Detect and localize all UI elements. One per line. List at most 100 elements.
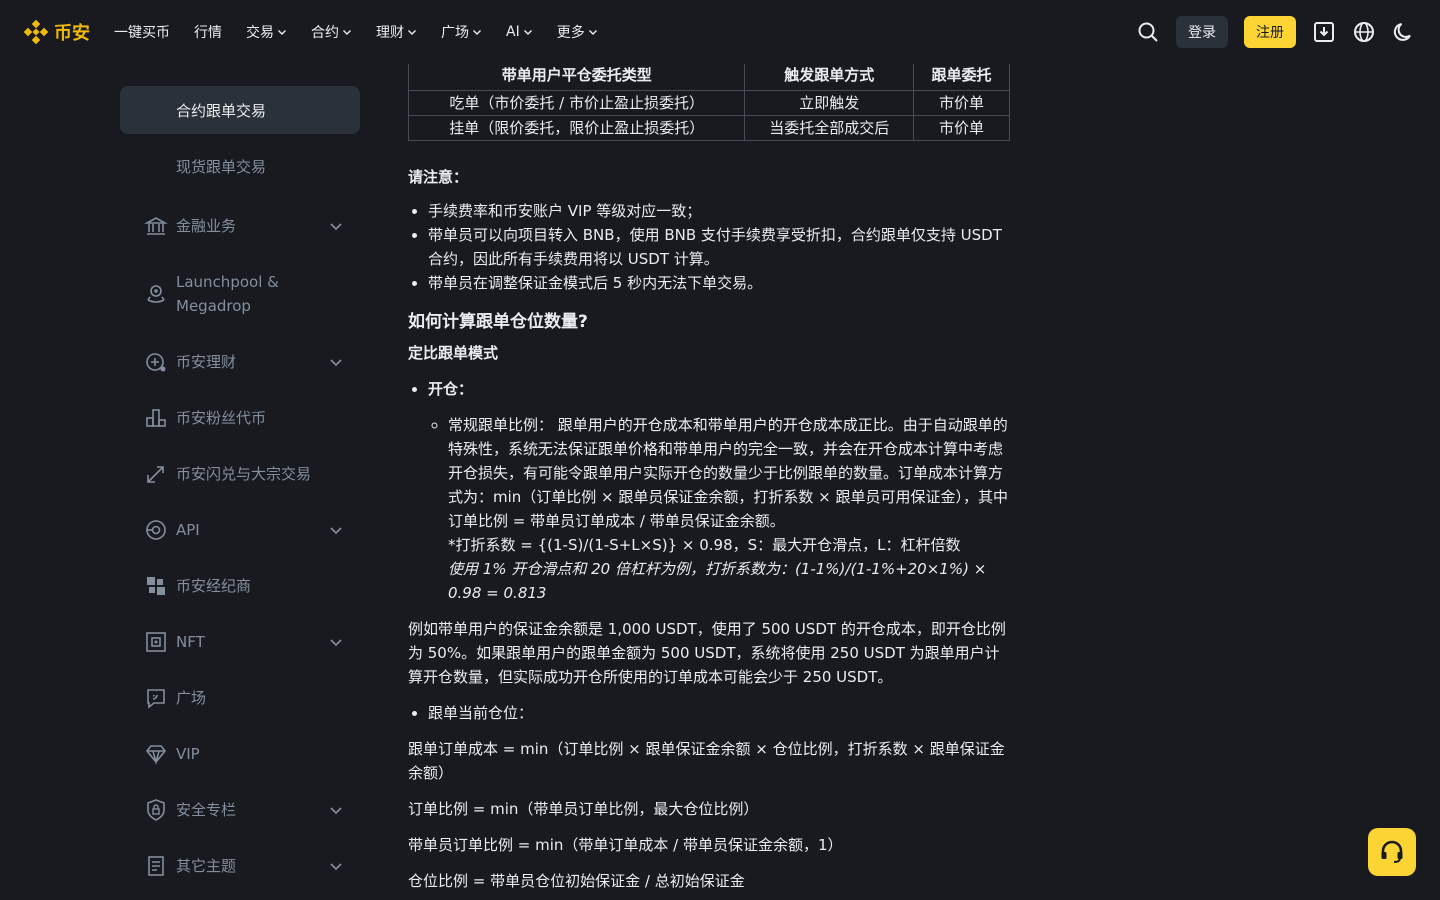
open-detail-list: 常规跟单比例： 跟单用户的开仓成本和带单用户的开仓成本成正比。由于自动跟单的特殊… <box>428 413 1010 605</box>
nav-markets[interactable]: 行情 <box>194 22 222 42</box>
main-nav: 一键买币 行情 交易 合约 理财 广场 AI 更多 <box>114 22 622 42</box>
bank-icon <box>144 217 168 235</box>
chevron-down-icon <box>473 30 481 35</box>
chevron-down-icon[interactable] <box>328 522 344 538</box>
search-button[interactable] <box>1136 20 1160 44</box>
sidebar: 合约跟单交易 现货跟单交易 金融业务 Launchpool & Megadrop… <box>120 80 360 894</box>
list-item: 跟单当前仓位： <box>428 701 1010 725</box>
download-icon <box>1314 22 1334 42</box>
formula-order-cost: 跟单订单成本 = min（订单比例 × 跟单保证金余额 × 仓位比例，打折系数 … <box>408 740 1005 782</box>
chevron-down-icon[interactable] <box>328 218 344 234</box>
nav-label: 交易 <box>246 25 274 41</box>
nav-label: 广场 <box>441 25 469 41</box>
sidebar-item-label: NFT <box>176 633 205 651</box>
convert-icon <box>147 466 164 483</box>
open-detail-text: 常规跟单比例： 跟单用户的开仓成本和带单用户的开仓成本成正比。由于自动跟单的特殊… <box>448 416 1008 530</box>
nav-label: 一键买币 <box>114 25 170 41</box>
discount-example: 使用 1% 开仓滑点和 20 倍杠杆为例，打折系数为：(1-1%)/(1-1%+… <box>448 560 987 602</box>
sidebar-item-security[interactable]: 安全专栏 <box>120 782 360 838</box>
nav-futures[interactable]: 合约 <box>311 22 352 42</box>
sidebar-item-label: 现货跟单交易 <box>176 157 267 176</box>
search-icon <box>1138 22 1158 42</box>
binance-logo[interactable]: 币安 <box>24 19 90 45</box>
logo-text: 币安 <box>54 23 90 44</box>
table-cell: 市价单 <box>913 115 1010 141</box>
sidebar-item-label: Launchpool & Megadrop <box>176 273 279 315</box>
nav-ai[interactable]: AI <box>506 24 533 40</box>
table-row: 挂单（限价委托，限价止盈止损委托） 当委托全部成交后 市价单 <box>407 115 1010 141</box>
sidebar-item-label: 币安粉丝代币 <box>176 409 267 427</box>
sidebar-item-label: 币安理财 <box>176 353 237 371</box>
formula-order-ratio: 订单比例 = min（带单员订单比例，最大仓位比例） <box>408 800 759 818</box>
nav-label: 合约 <box>311 25 339 41</box>
sidebar-item-label: 广场 <box>176 689 207 707</box>
nav-label: 行情 <box>194 25 222 41</box>
sidebar-item-other-topics[interactable]: 其它主题 <box>120 838 360 894</box>
list-item: 带单员在调整保证金模式后 5 秒内无法下单交易。 <box>428 271 1010 295</box>
list-item: 常规跟单比例： 跟单用户的开仓成本和带单用户的开仓成本成正比。由于自动跟单的特殊… <box>448 413 1010 605</box>
sidebar-item-convert-otc[interactable]: 币安闪兑与大宗交易 <box>120 446 360 502</box>
mode-title: 定比跟单模式 <box>408 344 499 362</box>
nav-label: 理财 <box>376 25 404 41</box>
security-icon <box>147 799 165 821</box>
sidebar-item-label: 其它主题 <box>176 857 237 875</box>
nav-square[interactable]: 广场 <box>441 22 482 42</box>
chevron-down-icon <box>278 30 286 35</box>
sidebar-item-spot-copy-trading[interactable]: 现货跟单交易 <box>120 142 360 190</box>
formula-lead-order-ratio: 带单员订单比例 = min（带单订单成本 / 带单员保证金余额，1） <box>408 836 843 854</box>
note-title: 请注意： <box>408 168 469 186</box>
top-header: 币安 一键买币 行情 交易 合约 理财 广场 AI 更多 登录 注册 <box>0 0 1440 64</box>
chevron-down-icon[interactable] <box>328 354 344 370</box>
sidebar-item-api[interactable]: API <box>120 502 360 558</box>
table-cell: 市价单 <box>913 90 1010 116</box>
sidebar-item-label: API <box>176 521 200 539</box>
section-title: 如何计算跟单仓位数量? <box>408 312 588 332</box>
sidebar-item-broker[interactable]: 币安经纪商 <box>120 558 360 614</box>
sidebar-item-futures-copy-trading[interactable]: 合约跟单交易 <box>120 86 360 134</box>
login-button[interactable]: 登录 <box>1176 16 1228 48</box>
nav-buy-crypto[interactable]: 一键买币 <box>114 22 170 42</box>
sidebar-item-vip[interactable]: VIP <box>120 726 360 782</box>
sidebar-item-finance[interactable]: 金融业务 <box>120 198 360 254</box>
chevron-down-icon[interactable] <box>328 802 344 818</box>
sidebar-item-label: 金融业务 <box>176 217 237 235</box>
nav-more[interactable]: 更多 <box>557 22 598 42</box>
sidebar-item-launchpool[interactable]: Launchpool & Megadrop <box>120 254 360 334</box>
nav-trade[interactable]: 交易 <box>246 22 287 42</box>
broker-icon <box>147 577 165 595</box>
binance-logo-icon <box>24 20 48 44</box>
sidebar-item-binance-earn[interactable]: 币安理财 <box>120 334 360 390</box>
register-button[interactable]: 注册 <box>1244 16 1296 48</box>
nft-icon <box>146 632 166 652</box>
sidebar-item-label: 币安闪兑与大宗交易 <box>176 465 312 483</box>
sidebar-item-nft[interactable]: NFT <box>120 614 360 670</box>
table-cell: 挂单（限价委托，限价止盈止损委托） <box>407 115 746 141</box>
sidebar-item-label: 安全专栏 <box>176 801 237 819</box>
chevron-down-icon[interactable] <box>328 858 344 874</box>
sidebar-item-square[interactable]: 广场 <box>120 670 360 726</box>
open-position-list: 开仓： 常规跟单比例： 跟单用户的开仓成本和带单用户的开仓成本成正比。由于自动跟… <box>408 377 1010 605</box>
table-cell: 吃单（市价委托 / 市价止盈止损委托） <box>407 90 746 116</box>
chevron-down-icon <box>523 30 532 35</box>
trigger-table: 带单用户平仓委托类型 触发跟单方式 跟单委托 吃单（市价委托 / 市价止盈止损委… <box>407 52 1010 141</box>
list-item: 带单员可以向项目转入 BNB，使用 BNB 支付手续费享受折扣，合约跟单仅支持 … <box>428 223 1010 271</box>
formula-position-ratio: 仓位比例 = 带单员仓位初始保证金 / 总初始保证金 <box>408 872 745 890</box>
sidebar-item-label: 币安经纪商 <box>176 577 252 595</box>
nav-earn[interactable]: 理财 <box>376 22 417 42</box>
download-button[interactable] <box>1312 20 1336 44</box>
support-chat-button[interactable] <box>1368 828 1416 876</box>
chevron-down-icon[interactable] <box>328 634 344 650</box>
theme-toggle[interactable] <box>1392 20 1416 44</box>
language-button[interactable] <box>1352 20 1376 44</box>
article-content: 带单用户平仓委托类型 触发跟单方式 跟单委托 吃单（市价委托 / 市价止盈止损委… <box>407 52 1010 893</box>
chevron-down-icon <box>408 30 416 35</box>
document-icon <box>148 856 164 876</box>
header-actions: 登录 注册 <box>1136 16 1416 48</box>
table-cell: 立即触发 <box>744 90 915 116</box>
earn-icon <box>146 353 166 372</box>
sidebar-item-fan-token[interactable]: 币安粉丝代币 <box>120 390 360 446</box>
list-item: 开仓： 常规跟单比例： 跟单用户的开仓成本和带单用户的开仓成本成正比。由于自动跟… <box>428 377 1010 605</box>
sidebar-item-label: 合约跟单交易 <box>176 101 267 120</box>
nav-label: AI <box>506 24 520 40</box>
open-label: 开仓： <box>428 380 474 398</box>
